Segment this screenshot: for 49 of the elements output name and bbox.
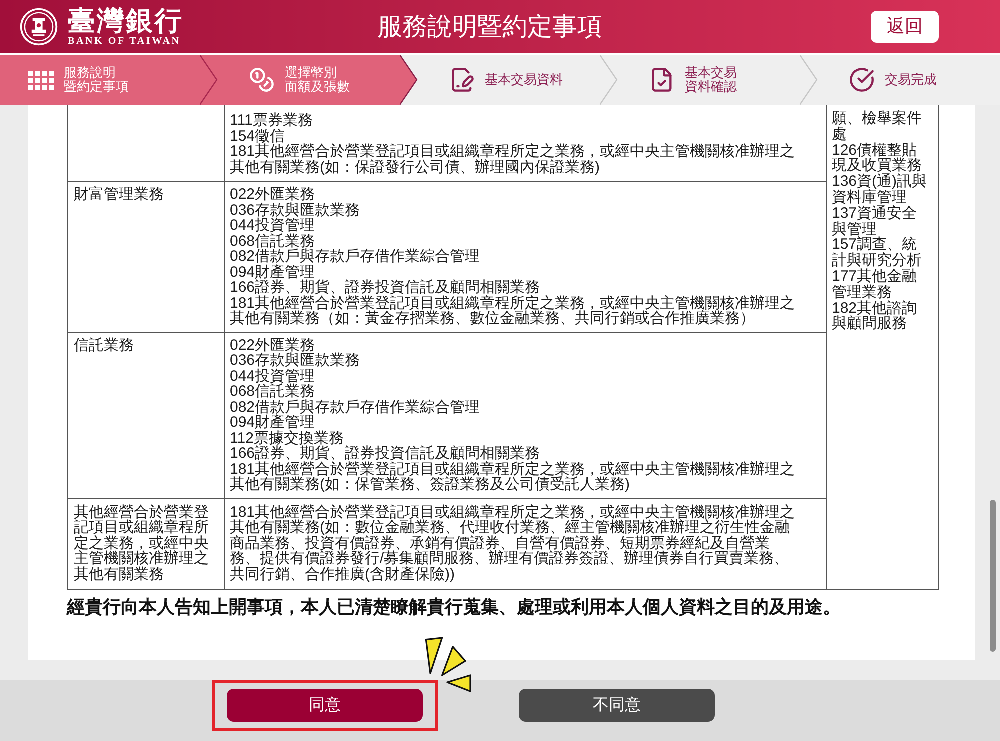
business-item: 022外匯業務	[230, 338, 316, 353]
business-item: 082借款戶與存款戶存借作業綜合管理	[230, 249, 482, 264]
business-item: 044投資管理	[230, 218, 316, 234]
business-item: 126債權整貼現及收買業務	[832, 142, 922, 174]
business-item: 181其他經營合於營業登記項目或組織章程所定之業務，或經中央主管機關核准辦理之其他有關業務(如：保管業務、簽證業務及公司債受託人業務)	[230, 462, 796, 492]
step-label: 基本交易資料	[485, 73, 563, 87]
business-item: 137資通安全與管理	[832, 206, 918, 238]
business-item: 181其他經營合於營業登記項目或組織章程所定之業務，或經中央主管機關核准辦理之其他有關業務(如：保證發行公司債、辦理國內保證業務)	[230, 144, 796, 175]
business-item: 044投資管理	[230, 368, 316, 384]
business-item: 177其他金融管理業務	[832, 268, 918, 301]
bank-name-english: BANK OF TAIWAN	[68, 36, 182, 47]
scrollbar-thumb[interactable]	[990, 500, 996, 652]
business-item: 166證券、期貨、證券投資信託及顧問相關業務	[230, 446, 540, 462]
business-item: 182其他諮詢與顧問服務	[832, 300, 918, 332]
emphasis-burst-icon	[424, 636, 473, 693]
business-item: 022外匯業務	[230, 187, 316, 202]
business-item: 036存款與匯款業務	[230, 202, 362, 218]
business-item: 136資(通)訊與資料庫管理	[832, 174, 928, 206]
business-item: 157調查、統計與研究分析	[832, 237, 923, 269]
check-circle-icon	[849, 67, 875, 93]
business-item: 112票據交換業務	[230, 430, 345, 446]
disagree-button[interactable]: 不同意	[519, 689, 715, 722]
category-label: 其他經營合於營業登記項目或組織章程所定之業務，或經中央主管機關核准辦理之其他有關業務	[74, 504, 210, 582]
business-item: 036存款與匯款業務	[230, 353, 362, 368]
business-item: 181其他經營合於營業登記項目或組織章程所定之業務，或經中央主管機關核准辦理之其他有關業務(如：數位金融業務、代理收付業務、經主管機關核准辦理之衍生性金融商品業務、投資有價證券、承銷有價證券、自營有價證券、短期票券經紀及自營業務、提供有價證券發行/募集顧問服務、辦理有價證券簽證、辦理債券自行買賣業務、共同行銷、合作推廣(含財產保險))	[230, 504, 796, 582]
category-label: 信託業務	[74, 338, 135, 353]
category-label: 財富管理業務	[74, 187, 165, 202]
back-button[interactable]: 返回	[871, 10, 939, 42]
business-item: 166證券、期貨、證券投資信託及顧問相關業務	[230, 280, 540, 296]
business-item: 154徵信	[230, 128, 286, 144]
step-label: 服務說明 暨約定事項	[64, 66, 129, 94]
page-title: 服務說明暨約定事項	[378, 12, 602, 42]
bank-emblem-icon	[20, 8, 58, 46]
consent-statement: 經貴行向本人告知上開事項，本人已清楚瞭解貴行蒐集、處理或利用本人個人資料之目的及用途。	[67, 596, 842, 618]
business-item: 094財產管理	[230, 415, 316, 430]
business-item: 068信託業務	[230, 234, 316, 249]
business-item: 願、檢舉案件處	[832, 111, 923, 143]
step-label: 交易完成	[885, 73, 937, 87]
bank-name: 臺灣銀行	[68, 6, 184, 36]
agree-button[interactable]: 同意	[227, 689, 423, 722]
business-item: 068信託業務	[230, 384, 316, 400]
step-label: 基本交易 資料確認	[685, 66, 737, 94]
coins-icon	[249, 67, 275, 93]
business-item: 082借款戶與存款戶存借作業綜合管理	[230, 400, 482, 415]
step-label: 選擇幣別 面額及張數	[285, 66, 350, 94]
business-item: 181其他經營合於營業登記項目或組織章程所定之業務，或經中央主管機關核准辦理之其他有關業務（如：黃金存摺業務、數位金融業務、共同行銷或合作推廣業務）	[230, 296, 796, 326]
business-item: 094財產管理	[230, 264, 316, 280]
business-item: 111票券業務	[230, 113, 314, 128]
grid-icon	[28, 70, 54, 90]
